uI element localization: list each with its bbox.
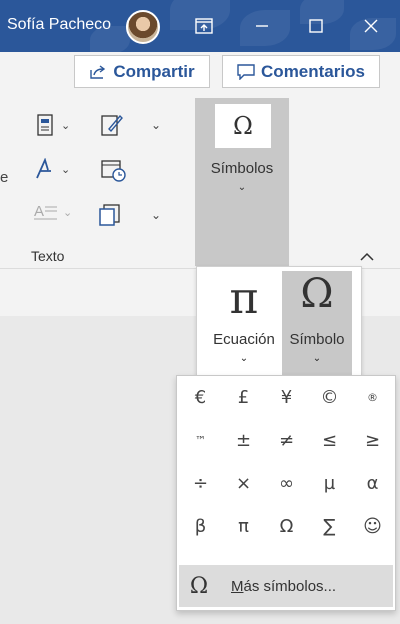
symbol-cell[interactable]: ≥: [351, 419, 394, 462]
signature-line-button[interactable]: [101, 113, 123, 137]
comments-button[interactable]: Comentarios: [222, 55, 380, 88]
symbol-cell[interactable]: ©: [308, 376, 351, 419]
quick-parts-icon: [37, 114, 53, 136]
symbol-cell[interactable]: ÷: [179, 462, 222, 505]
symbol-label: Símbolo: [289, 331, 345, 348]
chevron-down-icon[interactable]: ⌄: [151, 208, 161, 222]
share-label: Compartir: [113, 61, 195, 81]
present-button[interactable]: [189, 12, 219, 40]
collapse-ribbon-button[interactable]: [356, 248, 378, 264]
chevron-down-icon: ⌄: [237, 182, 247, 193]
equation-label: Ecuación: [213, 331, 275, 348]
title-bar: Sofía Pacheco: [0, 0, 400, 52]
symbol-cell[interactable]: ☺: [351, 505, 394, 548]
symbol-cell[interactable]: ™: [179, 419, 222, 462]
chevron-up-icon: [360, 252, 374, 261]
symbol-cell[interactable]: ×: [222, 462, 265, 505]
equation-button[interactable]: π Ecuación ⌄: [205, 271, 283, 375]
group-label-texto: Texto: [31, 248, 65, 264]
object-button[interactable]: [99, 204, 121, 226]
maximize-icon: [309, 19, 323, 33]
avatar[interactable]: [126, 10, 160, 44]
symbols-dropdown-panel: π Ecuación ⌄ Ω Símbolo ⌄: [196, 266, 362, 376]
chevron-down-icon: ⌄: [63, 206, 73, 219]
date-time-button[interactable]: [101, 158, 127, 182]
pi-icon: π: [229, 273, 259, 324]
chevron-down-icon: ⌄: [239, 353, 249, 364]
symbol-cell[interactable]: α: [351, 462, 394, 505]
omega-icon: Ω: [189, 573, 209, 599]
comments-label: Comentarios: [261, 61, 365, 81]
chevron-down-icon[interactable]: ⌄: [151, 118, 161, 132]
symbols-button[interactable]: Ω Símbolos ⌄: [195, 98, 289, 266]
symbol-cell[interactable]: ∑: [308, 505, 351, 548]
object-icon: [99, 204, 120, 226]
svg-text:A: A: [34, 203, 44, 220]
chevron-down-icon: ⌄: [61, 163, 71, 176]
wordart-icon: [36, 158, 51, 179]
symbol-cell[interactable]: ≤: [308, 419, 351, 462]
calendar-clock-icon: [101, 160, 126, 182]
comment-icon: [237, 63, 255, 80]
wordart-button[interactable]: ⌄: [34, 158, 70, 180]
symbol-button[interactable]: Ω Símbolo ⌄: [282, 271, 352, 375]
minimize-icon: [256, 25, 268, 27]
symbol-cell[interactable]: €: [179, 376, 222, 419]
symbol-cell[interactable]: ¥: [265, 376, 308, 419]
omega-icon: Ω: [300, 271, 334, 317]
quick-parts-button[interactable]: ⌄: [36, 114, 70, 136]
minimize-button[interactable]: [247, 12, 277, 40]
present-icon: [195, 18, 213, 34]
more-symbols-button[interactable]: Ω Más símbolos...: [179, 565, 393, 607]
drop-cap-button: A ⌄: [34, 202, 72, 222]
share-button[interactable]: Compartir: [74, 55, 210, 88]
symbol-cell[interactable]: £: [222, 376, 265, 419]
truncated-label: e: [0, 169, 9, 186]
symbol-cell[interactable]: ∞: [265, 462, 308, 505]
drop-cap-icon: A: [34, 203, 57, 220]
chevron-down-icon: ⌄: [312, 353, 322, 364]
chevron-down-icon: ⌄: [61, 119, 71, 132]
close-icon: [364, 19, 378, 33]
symbol-grid: € £ ¥ © ® ™ ± ≠ ≤ ≥ ÷ × ∞ µ α β π Ω ∑ ☺: [179, 376, 395, 548]
omega-icon: Ω: [215, 104, 271, 148]
share-icon: [90, 64, 106, 79]
maximize-button[interactable]: [301, 12, 331, 40]
symbols-label: Símbolos: [210, 160, 274, 177]
symbol-cell[interactable]: µ: [308, 462, 351, 505]
symbol-cell[interactable]: ±: [222, 419, 265, 462]
symbol-cell[interactable]: Ω: [265, 505, 308, 548]
close-button[interactable]: [356, 12, 386, 40]
ribbon: Compartir Comentarios e ⌄ ⌄ A ⌄ ⌄ ⌄ Text…: [0, 52, 400, 268]
signature-icon: [101, 114, 123, 136]
user-name[interactable]: Sofía Pacheco: [7, 16, 111, 34]
symbol-cell[interactable]: ≠: [265, 419, 308, 462]
symbol-cell[interactable]: π: [222, 505, 265, 548]
symbol-cell[interactable]: β: [179, 505, 222, 548]
symbol-cell[interactable]: ®: [351, 376, 394, 419]
more-symbols-label: Más símbolos...: [231, 577, 337, 595]
symbol-gallery: € £ ¥ © ® ™ ± ≠ ≤ ≥ ÷ × ∞ µ α β π Ω ∑ ☺ Ω Más símbolos...: [176, 375, 396, 611]
